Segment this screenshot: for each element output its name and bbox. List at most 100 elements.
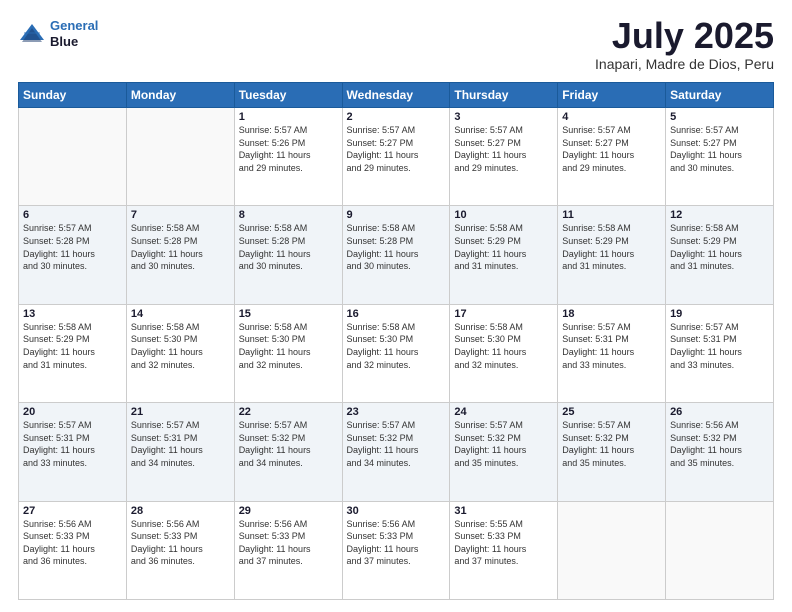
calendar-cell: 9Sunrise: 5:58 AM Sunset: 5:28 PM Daylig… [342,206,450,304]
calendar-cell: 11Sunrise: 5:58 AM Sunset: 5:29 PM Dayli… [558,206,666,304]
day-number: 23 [347,406,446,418]
calendar-week-row: 13Sunrise: 5:58 AM Sunset: 5:29 PM Dayli… [19,304,774,402]
day-number: 19 [670,308,769,320]
calendar-cell: 19Sunrise: 5:57 AM Sunset: 5:31 PM Dayli… [666,304,774,402]
day-number: 25 [562,406,661,418]
month-title: July 2025 [595,18,774,54]
weekday-header: Tuesday [234,83,342,108]
day-number: 16 [347,308,446,320]
calendar-cell [666,501,774,599]
logo-icon [18,22,46,46]
day-number: 4 [562,111,661,123]
calendar-cell: 23Sunrise: 5:57 AM Sunset: 5:32 PM Dayli… [342,403,450,501]
header-row: SundayMondayTuesdayWednesdayThursdayFrid… [19,83,774,108]
day-info: Sunrise: 5:58 AM Sunset: 5:29 PM Dayligh… [23,321,122,371]
calendar-week-row: 20Sunrise: 5:57 AM Sunset: 5:31 PM Dayli… [19,403,774,501]
weekday-header: Saturday [666,83,774,108]
day-number: 18 [562,308,661,320]
calendar-cell: 30Sunrise: 5:56 AM Sunset: 5:33 PM Dayli… [342,501,450,599]
calendar-cell: 6Sunrise: 5:57 AM Sunset: 5:28 PM Daylig… [19,206,127,304]
calendar-cell: 20Sunrise: 5:57 AM Sunset: 5:31 PM Dayli… [19,403,127,501]
day-info: Sunrise: 5:57 AM Sunset: 5:31 PM Dayligh… [562,321,661,371]
calendar-week-row: 27 Sunrise: 5:56 AM Sunset: 5:33 PM Dayli… [19,501,774,599]
day-info: Sunrise: 5:57 AM Sunset: 5:31 PM Dayligh… [23,419,122,469]
calendar-cell: 15Sunrise: 5:58 AM Sunset: 5:30 PM Dayli… [234,304,342,402]
day-info: Sunrise: 5:55 AM Sunset: 5:33 PM Dayligh… [454,518,553,568]
calendar-week-row: 1Sunrise: 5:57 AM Sunset: 5:26 PM Daylig… [19,108,774,206]
calendar-cell: 3Sunrise: 5:57 AM Sunset: 5:27 PM Daylig… [450,108,558,206]
day-number: 20 [23,406,122,418]
weekday-header: Wednesday [342,83,450,108]
weekday-header: Monday [126,83,234,108]
calendar-cell: 2Sunrise: 5:57 AM Sunset: 5:27 PM Daylig… [342,108,450,206]
day-number: 26 [670,406,769,418]
day-info: Sunrise: 5:58 AM Sunset: 5:30 PM Dayligh… [239,321,338,371]
page: General Blue July 2025 Inapari, Madre de… [0,0,792,612]
header: General Blue July 2025 Inapari, Madre de… [18,18,774,72]
day-number: 7 [131,209,230,221]
day-number: 30 [347,505,446,517]
calendar-cell [126,108,234,206]
calendar: SundayMondayTuesdayWednesdayThursdayFrid… [18,82,774,600]
day-number: 5 [670,111,769,123]
day-number: 12 [670,209,769,221]
day-number: 13 [23,308,122,320]
day-info: Sunrise: 5:58 AM Sunset: 5:29 PM Dayligh… [670,222,769,272]
day-number: 29 [239,505,338,517]
day-number: 17 [454,308,553,320]
day-info: Sunrise: 5:58 AM Sunset: 5:30 PM Dayligh… [454,321,553,371]
calendar-cell: 31Sunrise: 5:55 AM Sunset: 5:33 PM Dayli… [450,501,558,599]
calendar-cell: 25Sunrise: 5:57 AM Sunset: 5:32 PM Dayli… [558,403,666,501]
calendar-cell: 27Sunrise: 5:56 AM Sunset: 5:33 PM Dayli… [19,501,127,599]
day-info: Sunrise: 5:57 AM Sunset: 5:27 PM Dayligh… [454,124,553,174]
day-info: Sunrise: 5:58 AM Sunset: 5:30 PM Dayligh… [131,321,230,371]
calendar-cell: 21Sunrise: 5:57 AM Sunset: 5:31 PM Dayli… [126,403,234,501]
day-number: 3 [454,111,553,123]
calendar-week-row: 6Sunrise: 5:57 AM Sunset: 5:28 PM Daylig… [19,206,774,304]
day-number: 22 [239,406,338,418]
day-info: Sunrise: 5:57 AM Sunset: 5:32 PM Dayligh… [239,419,338,469]
day-number: 28 [131,505,230,517]
day-info: Sunrise: 5:56 AM Sunset: 5:33 PM Dayligh… [347,518,446,568]
day-number: 1 [239,111,338,123]
day-info: Sunrise: 5:58 AM Sunset: 5:28 PM Dayligh… [347,222,446,272]
day-number: 27 [23,505,122,517]
location: Inapari, Madre de Dios, Peru [595,56,774,72]
day-info: Sunrise: 5:57 AM Sunset: 5:31 PM Dayligh… [131,419,230,469]
day-info: Sunrise: 5:57 AM Sunset: 5:28 PM Dayligh… [23,222,122,272]
calendar-cell: 16Sunrise: 5:58 AM Sunset: 5:30 PM Dayli… [342,304,450,402]
calendar-cell: 24Sunrise: 5:57 AM Sunset: 5:32 PM Dayli… [450,403,558,501]
calendar-cell: 12Sunrise: 5:58 AM Sunset: 5:29 PM Dayli… [666,206,774,304]
day-info: Sunrise: 5:56 AM Sunset: 5:33 PM Dayligh… [239,518,338,568]
calendar-cell: 17Sunrise: 5:58 AM Sunset: 5:30 PM Dayli… [450,304,558,402]
day-info: Sunrise: 5:57 AM Sunset: 5:27 PM Dayligh… [562,124,661,174]
day-info: Sunrise: 5:58 AM Sunset: 5:28 PM Dayligh… [131,222,230,272]
weekday-header: Sunday [19,83,127,108]
day-info: Sunrise: 5:57 AM Sunset: 5:26 PM Dayligh… [239,124,338,174]
weekday-header: Thursday [450,83,558,108]
calendar-cell: 1Sunrise: 5:57 AM Sunset: 5:26 PM Daylig… [234,108,342,206]
calendar-cell: 26Sunrise: 5:56 AM Sunset: 5:32 PM Dayli… [666,403,774,501]
day-number: 31 [454,505,553,517]
day-info: Sunrise: 5:58 AM Sunset: 5:29 PM Dayligh… [562,222,661,272]
day-number: 14 [131,308,230,320]
calendar-cell: 28Sunrise: 5:56 AM Sunset: 5:33 PM Dayli… [126,501,234,599]
day-number: 8 [239,209,338,221]
day-number: 21 [131,406,230,418]
day-info: Sunrise: 5:57 AM Sunset: 5:32 PM Dayligh… [454,419,553,469]
day-number: 6 [23,209,122,221]
calendar-cell: 18Sunrise: 5:57 AM Sunset: 5:31 PM Dayli… [558,304,666,402]
logo: General Blue [18,18,98,49]
logo-text: General Blue [50,18,98,49]
weekday-header: Friday [558,83,666,108]
day-info: Sunrise: 5:57 AM Sunset: 5:27 PM Dayligh… [347,124,446,174]
calendar-cell: 10Sunrise: 5:58 AM Sunset: 5:29 PM Dayli… [450,206,558,304]
day-number: 2 [347,111,446,123]
title-area: July 2025 Inapari, Madre de Dios, Peru [595,18,774,72]
calendar-cell: 14Sunrise: 5:58 AM Sunset: 5:30 PM Dayli… [126,304,234,402]
day-info: Sunrise: 5:57 AM Sunset: 5:32 PM Dayligh… [562,419,661,469]
calendar-cell: 22Sunrise: 5:57 AM Sunset: 5:32 PM Dayli… [234,403,342,501]
day-info: Sunrise: 5:58 AM Sunset: 5:30 PM Dayligh… [347,321,446,371]
day-info: Sunrise: 5:56 AM Sunset: 5:32 PM Dayligh… [670,419,769,469]
day-info: Sunrise: 5:58 AM Sunset: 5:29 PM Dayligh… [454,222,553,272]
